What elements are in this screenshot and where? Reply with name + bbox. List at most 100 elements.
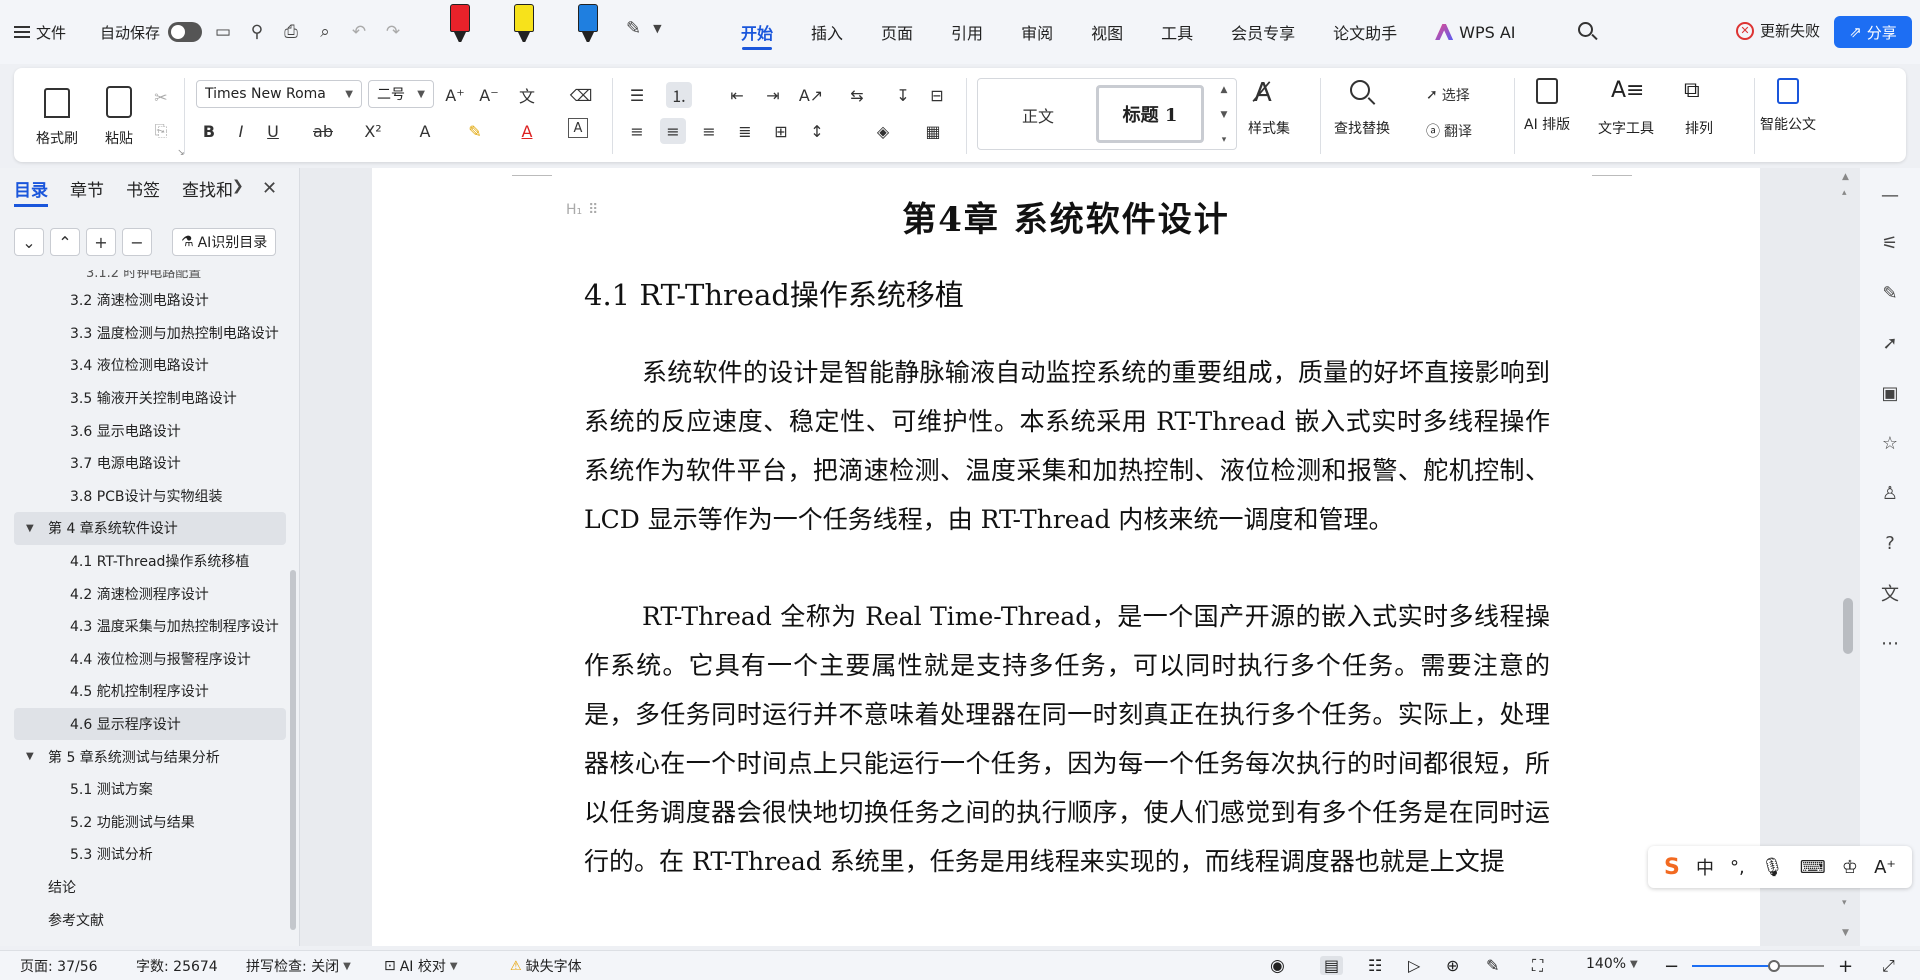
toc-item[interactable]: 4.2 滴速检测程序设计 bbox=[14, 577, 286, 610]
scroll-down-icon[interactable]: ▼ bbox=[1842, 928, 1849, 938]
swap-icon[interactable]: ⇆ bbox=[844, 82, 870, 108]
zoom-slider[interactable] bbox=[1692, 960, 1824, 972]
style-set-button[interactable]: A̸ 样式集 bbox=[1248, 74, 1290, 138]
decrease-indent-icon[interactable]: ⇤ bbox=[724, 82, 750, 108]
outline-view-icon[interactable]: ☷ bbox=[1368, 956, 1382, 975]
ai-toc-button[interactable]: ⚗ AI识别目录 bbox=[172, 228, 277, 256]
zoom-level[interactable]: 140% ▼ bbox=[1586, 956, 1638, 972]
autosave-toggle[interactable]: 自动保存 bbox=[100, 22, 203, 43]
fit-page-icon[interactable]: ⛶ bbox=[1532, 956, 1543, 976]
ime-mode[interactable]: 中 bbox=[1696, 854, 1714, 880]
format-painter-button[interactable]: 格式刷 bbox=[24, 74, 90, 158]
style-heading-1[interactable]: 标题 1 bbox=[1096, 85, 1204, 143]
annotate-icon[interactable]: ✎ bbox=[1486, 956, 1499, 975]
translate-side-icon[interactable]: 文 bbox=[1877, 580, 1903, 606]
toc-item[interactable]: ▼ 第 5 章系统测试与结果分析 bbox=[14, 740, 286, 773]
ai-layout-button[interactable]: AI 排版 bbox=[1524, 74, 1570, 134]
tab-wps-ai[interactable]: WPS AI bbox=[1416, 0, 1534, 64]
help-icon[interactable]: ? bbox=[1877, 530, 1903, 556]
increase-indent-icon[interactable]: ⇥ bbox=[760, 82, 786, 108]
text-tools-button[interactable]: A≡ 文字工具 bbox=[1598, 74, 1654, 138]
nav-tab-bookmarks[interactable]: 书签 bbox=[126, 176, 160, 201]
punctuation-icon[interactable]: °, bbox=[1730, 857, 1745, 878]
toggle-switch[interactable] bbox=[168, 22, 203, 42]
char-border-icon[interactable]: A bbox=[568, 118, 588, 138]
justify-icon[interactable]: ≣ bbox=[732, 118, 758, 144]
font-color-icon[interactable]: A bbox=[514, 118, 540, 144]
toc-item[interactable]: 3.4 液位检测电路设计 bbox=[14, 349, 286, 382]
page-view-icon[interactable]: ▤ bbox=[1320, 956, 1344, 975]
skin-icon[interactable]: ♔ bbox=[1842, 857, 1858, 878]
style-normal[interactable]: 正文 bbox=[990, 91, 1086, 139]
toc-item[interactable]: 5.2 功能测试与结果 bbox=[14, 806, 286, 839]
toc-item[interactable]: 3.6 显示电路设计 bbox=[14, 414, 286, 447]
zoom-out-icon[interactable]: − bbox=[1664, 956, 1679, 977]
more-icon[interactable]: ⋯ bbox=[1877, 630, 1903, 656]
expand-triangle-icon[interactable]: ▼ bbox=[26, 523, 48, 534]
tab-review[interactable]: 审阅 bbox=[1002, 0, 1072, 64]
zoom-knob[interactable] bbox=[1767, 960, 1780, 972]
next-page-icon[interactable]: ▾ bbox=[1842, 898, 1847, 908]
scroll-up-icon[interactable]: ▲ bbox=[1842, 172, 1849, 182]
font-name-dropdown[interactable]: Times New Roma ▼ bbox=[196, 80, 362, 108]
highlight-icon[interactable]: ✎ bbox=[462, 118, 488, 144]
toc-item[interactable]: 3.7 电源电路设计 bbox=[14, 447, 286, 480]
tab-page[interactable]: 页面 bbox=[862, 0, 932, 64]
print-preview-icon[interactable]: ⌕ bbox=[312, 19, 338, 45]
shading-icon[interactable]: ◈ bbox=[870, 118, 896, 144]
red-marker-icon[interactable] bbox=[446, 4, 474, 48]
sogou-logo-icon[interactable]: S bbox=[1664, 855, 1680, 880]
undo-icon[interactable]: ↶ bbox=[346, 19, 372, 45]
toc-item[interactable]: 结论 bbox=[14, 871, 286, 904]
toc-item[interactable]: ▼ 第 4 章系统软件设计 bbox=[14, 512, 286, 545]
toc-item[interactable]: 3.8 PCB设计与实物组装 bbox=[14, 480, 286, 513]
line-spacing-icon[interactable]: ↕ bbox=[804, 118, 830, 144]
superscript-icon[interactable]: X² bbox=[360, 118, 386, 144]
tab-home[interactable]: 开始 bbox=[722, 0, 792, 64]
expand-corner-icon[interactable]: ↘ bbox=[168, 140, 194, 166]
nav-tab-find[interactable]: 查找和 bbox=[182, 176, 233, 201]
expand-triangle-icon[interactable]: ▼ bbox=[26, 751, 48, 762]
paragraph[interactable]: 系统软件的设计是智能静脉输液自动监控系统的重要组成，质量的好坏直接影响到系统的反… bbox=[584, 348, 1550, 544]
cut-icon[interactable]: ✂ bbox=[148, 84, 174, 110]
expand-icon[interactable]: ▾ bbox=[1222, 135, 1227, 145]
scroll-thumb[interactable] bbox=[1843, 598, 1853, 654]
toc-item[interactable]: 4.5 舵机控制程序设计 bbox=[14, 675, 286, 708]
word-count[interactable]: 字数: 25674 bbox=[136, 956, 218, 976]
bold-icon[interactable]: B bbox=[196, 118, 222, 144]
prev-page-icon[interactable]: ▴ bbox=[1842, 188, 1847, 198]
toc-item[interactable]: 5.1 测试方案 bbox=[14, 773, 286, 806]
close-icon[interactable]: ✕ bbox=[262, 178, 277, 199]
search-icon[interactable] bbox=[1576, 20, 1600, 44]
adjust-icon[interactable]: ⚟ bbox=[1877, 230, 1903, 256]
share-button[interactable]: ⇗ 分享 bbox=[1834, 16, 1912, 48]
file-menu-button[interactable]: 文件 bbox=[14, 22, 66, 43]
tab-thesis-assistant[interactable]: 论文助手 bbox=[1314, 0, 1416, 64]
spell-check[interactable]: 拼写检查: 关闭 ▼ bbox=[246, 956, 351, 976]
align-left-icon[interactable]: ≡ bbox=[624, 118, 650, 144]
shirt-icon[interactable]: ♙ bbox=[1877, 480, 1903, 506]
sort-icon[interactable]: ↧ bbox=[890, 82, 916, 108]
grow-font-icon[interactable]: A⁺ bbox=[442, 82, 468, 108]
select-cursor-icon[interactable]: ➚ bbox=[1877, 330, 1903, 356]
collapse-icon[interactable]: ⌄ bbox=[14, 228, 44, 256]
chevron-up-icon[interactable]: ▲ bbox=[1221, 85, 1228, 95]
distributed-icon[interactable]: ⊞ bbox=[768, 118, 794, 144]
borders-icon[interactable]: ▦ bbox=[920, 118, 946, 144]
font-size-dropdown[interactable]: 二号 ▼ bbox=[368, 80, 434, 108]
page-count[interactable]: 页面: 37/56 bbox=[20, 956, 98, 976]
share-link-icon[interactable]: ⚲ bbox=[244, 19, 270, 45]
chevron-down-icon[interactable]: ▼ bbox=[1221, 110, 1228, 120]
image-icon[interactable]: ▣ bbox=[1877, 380, 1903, 406]
ai-proofread[interactable]: ⊡ AI 校对 ▼ bbox=[384, 956, 458, 976]
document-scrollbar[interactable]: ▲ ▴ ▾ ▼ bbox=[1836, 168, 1860, 946]
toc-item[interactable]: 5.3 测试分析 bbox=[14, 838, 286, 871]
chapter-title[interactable]: 第4章 系统软件设计 bbox=[372, 192, 1760, 241]
tab-view[interactable]: 视图 bbox=[1072, 0, 1142, 64]
tab-insert[interactable]: 插入 bbox=[792, 0, 862, 64]
translate-button[interactable]: ⓐ 翻译 bbox=[1426, 118, 1506, 144]
tab-member[interactable]: 会员专享 bbox=[1212, 0, 1314, 64]
toc-item[interactable]: 3.2 滴速检测电路设计 bbox=[14, 284, 286, 317]
show-marks-icon[interactable]: ⊟ bbox=[924, 82, 950, 108]
paste-button[interactable]: 粘贴 bbox=[86, 74, 152, 158]
